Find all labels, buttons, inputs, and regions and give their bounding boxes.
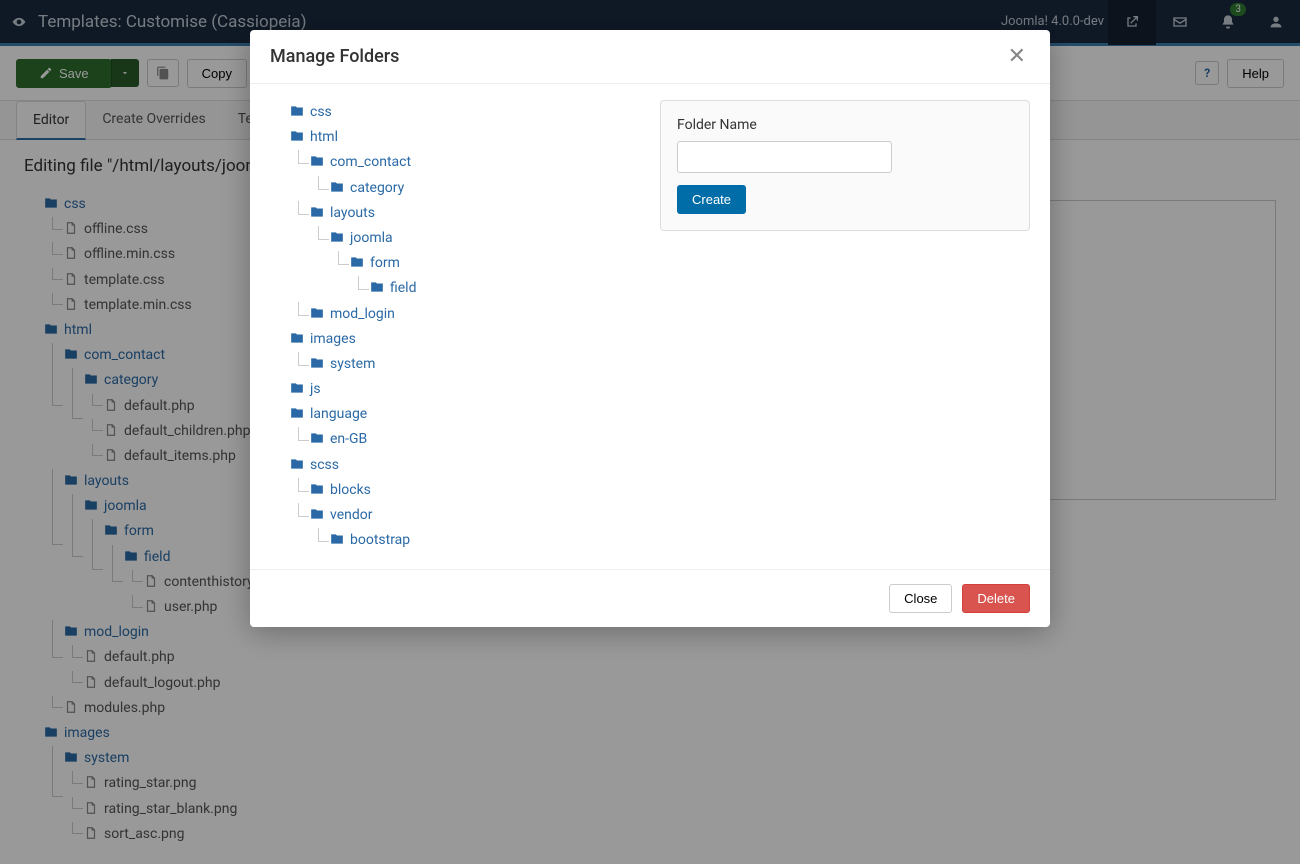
- tree-item-label: blocks: [330, 478, 371, 503]
- modal-folder-tree: csshtmlcom_contactcategorylayoutsjoomlaf…: [270, 100, 640, 553]
- folder-item[interactable]: language: [290, 402, 640, 427]
- folder-icon: [310, 352, 324, 377]
- tree-item-label: language: [310, 402, 367, 427]
- folder-icon: [350, 251, 364, 276]
- folder-icon: [310, 427, 324, 452]
- modal-title: Manage Folders: [270, 46, 1004, 67]
- create-folder-panel: Folder Name Create: [660, 100, 1030, 231]
- tree-item-label: bootstrap: [350, 528, 410, 553]
- modal-header: Manage Folders ✕: [250, 30, 1050, 84]
- folder-icon: [310, 302, 324, 327]
- tree-item-label: vendor: [330, 503, 372, 528]
- folder-item[interactable]: scss: [290, 453, 640, 478]
- folder-item[interactable]: com_contact: [310, 150, 640, 175]
- folder-icon: [370, 276, 384, 301]
- delete-button[interactable]: Delete: [962, 584, 1030, 613]
- folder-item[interactable]: en-GB: [310, 427, 640, 452]
- tree-item-label: layouts: [330, 201, 375, 226]
- folder-icon: [290, 125, 304, 150]
- folder-item[interactable]: html: [290, 125, 640, 150]
- folder-icon: [290, 402, 304, 427]
- tree-item-label: system: [330, 352, 375, 377]
- tree-item-label: com_contact: [330, 150, 411, 175]
- folder-item[interactable]: layouts: [310, 201, 640, 226]
- folder-icon: [310, 478, 324, 503]
- folder-item[interactable]: js: [290, 377, 640, 402]
- close-button[interactable]: Close: [889, 584, 952, 613]
- tree-item-label: category: [350, 176, 404, 201]
- folder-icon: [290, 453, 304, 478]
- modal-footer: Close Delete: [250, 569, 1050, 627]
- modal-overlay: Manage Folders ✕ csshtmlcom_contactcateg…: [0, 0, 1300, 864]
- folder-item[interactable]: bootstrap: [330, 528, 640, 553]
- folder-icon: [330, 226, 344, 251]
- tree-item-label: images: [310, 327, 356, 352]
- folder-item[interactable]: vendor: [310, 503, 640, 528]
- tree-item-label: html: [310, 125, 338, 150]
- folder-item[interactable]: category: [330, 176, 640, 201]
- folder-icon: [290, 377, 304, 402]
- tree-item-label: en-GB: [330, 427, 367, 452]
- tree-item-label: field: [390, 276, 416, 301]
- folder-icon: [310, 201, 324, 226]
- folder-item[interactable]: form: [350, 251, 640, 276]
- folder-item[interactable]: mod_login: [310, 302, 640, 327]
- tree-item-label: scss: [310, 453, 339, 478]
- tree-item-label: joomla: [350, 226, 393, 251]
- manage-folders-modal: Manage Folders ✕ csshtmlcom_contactcateg…: [250, 30, 1050, 627]
- folder-icon: [310, 503, 324, 528]
- folder-name-label: Folder Name: [677, 117, 1013, 133]
- folder-item[interactable]: css: [290, 100, 640, 125]
- tree-item-label: css: [310, 100, 332, 125]
- folder-icon: [290, 100, 304, 125]
- folder-item[interactable]: field: [370, 276, 640, 301]
- folder-item[interactable]: joomla: [330, 226, 640, 251]
- folder-item[interactable]: images: [290, 327, 640, 352]
- tree-item-label: form: [370, 251, 400, 276]
- folder-item[interactable]: blocks: [310, 478, 640, 503]
- create-button[interactable]: Create: [677, 185, 746, 214]
- tree-item-label: js: [310, 377, 321, 402]
- folder-name-input[interactable]: [677, 141, 892, 173]
- folder-item[interactable]: system: [310, 352, 640, 377]
- close-icon[interactable]: ✕: [1004, 44, 1030, 69]
- tree-item-label: mod_login: [330, 302, 395, 327]
- folder-icon: [330, 176, 344, 201]
- modal-body: csshtmlcom_contactcategorylayoutsjoomlaf…: [250, 84, 1050, 569]
- folder-icon: [310, 150, 324, 175]
- folder-icon: [290, 327, 304, 352]
- folder-icon: [330, 528, 344, 553]
